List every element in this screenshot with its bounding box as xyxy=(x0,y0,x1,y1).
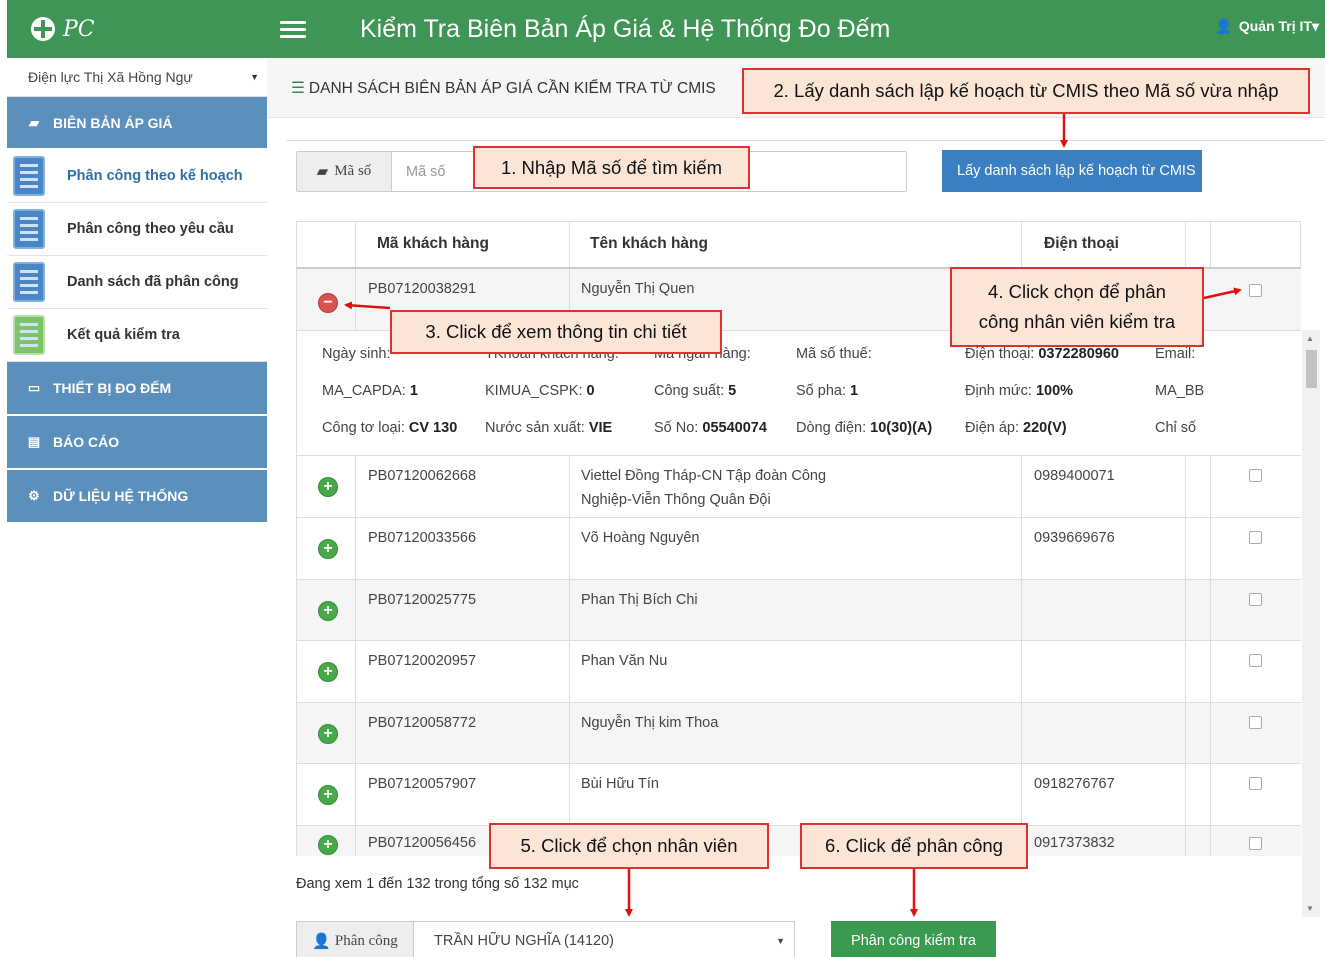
callout-arrows xyxy=(344,114,1242,917)
page: PC Điện lực Thị Xã Hồng Ngự ▼ ▰ BIÊN BẢN… xyxy=(0,0,1325,957)
